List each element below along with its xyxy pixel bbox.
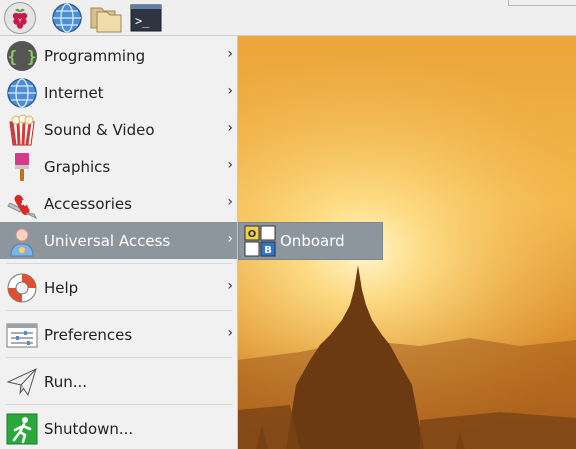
submenu-arrow-icon: › xyxy=(227,325,233,341)
web-browser-button[interactable] xyxy=(51,2,83,34)
menu-item-preferences[interactable]: Preferences › xyxy=(0,316,237,353)
onboard-icon-letter: O xyxy=(248,229,257,240)
menu-item-run[interactable]: Run... xyxy=(0,363,237,400)
submenu-arrow-icon: › xyxy=(227,120,233,136)
sound-video-icon xyxy=(9,114,35,146)
menu-separator xyxy=(6,357,232,358)
menu-item-label: Preferences xyxy=(44,326,133,344)
menu-item-graphics[interactable]: Graphics › xyxy=(0,148,237,185)
submenu-arrow-icon: › xyxy=(227,231,233,247)
raspberry-pi-menu-button[interactable] xyxy=(4,2,36,34)
accessories-knife-icon xyxy=(7,194,38,220)
terminal-icon: >_ xyxy=(130,4,162,32)
menu-item-sound-video[interactable]: Sound & Video › xyxy=(0,111,237,148)
raspberry-pi-icon xyxy=(12,8,28,29)
submenu-arrow-icon: › xyxy=(227,157,233,173)
menu-item-label: Run... xyxy=(44,373,88,391)
menu-item-internet[interactable]: Internet › xyxy=(0,74,237,111)
menu-item-label: Sound & Video xyxy=(44,121,155,139)
programming-icon: { } xyxy=(7,41,37,71)
menu-item-label: Universal Access xyxy=(44,232,171,250)
onboard-icon-letter: B xyxy=(264,245,272,256)
onboard-keyboard-icon: O B xyxy=(244,225,276,257)
terminal-button[interactable]: >_ xyxy=(130,2,162,34)
menu-item-help[interactable]: Help › xyxy=(0,269,237,306)
graphics-brush-icon xyxy=(15,153,29,181)
menu-item-label: Graphics xyxy=(44,158,111,176)
file-manager-icon xyxy=(90,7,122,33)
menu-item-accessories[interactable]: Accessories › xyxy=(0,185,237,222)
submenu-arrow-icon: › xyxy=(227,46,233,62)
preferences-sliders-icon xyxy=(6,323,38,348)
taskbar: >_ xyxy=(0,0,576,36)
menu-item-universal-access[interactable]: Universal Access › xyxy=(0,222,237,259)
menu-item-shutdown[interactable]: Shutdown... xyxy=(0,410,237,447)
submenu-arrow-icon: › xyxy=(227,83,233,99)
submenu-item-onboard[interactable]: Onboard xyxy=(280,232,345,250)
file-manager-button[interactable] xyxy=(89,2,122,34)
universal-access-submenu: O B Onboard xyxy=(238,222,383,260)
universal-access-person-icon xyxy=(10,228,34,257)
menu-separator xyxy=(6,263,232,264)
menu-separator xyxy=(6,310,232,311)
taskbar-window-edge xyxy=(508,0,576,6)
menu-item-label: Shutdown... xyxy=(44,420,134,438)
shutdown-exit-icon xyxy=(6,413,38,445)
submenu-arrow-icon: › xyxy=(227,194,233,210)
run-paper-plane-icon xyxy=(6,368,37,397)
menu-separator xyxy=(6,404,232,405)
terminal-prompt-glyph: >_ xyxy=(135,14,150,28)
svg-text:{ }: { } xyxy=(8,47,37,66)
menu-item-label: Programming xyxy=(44,47,146,65)
submenu-arrow-icon: › xyxy=(227,278,233,294)
help-lifebuoy-icon xyxy=(7,273,37,303)
menu-item-label: Accessories xyxy=(44,195,132,213)
menu-item-programming[interactable]: { } Programming › xyxy=(0,37,237,74)
menu-item-label: Internet xyxy=(44,84,104,102)
application-menu: { } Programming › Internet › Sound & Vid… xyxy=(0,36,238,449)
internet-globe-icon xyxy=(7,78,37,108)
menu-item-label: Help xyxy=(44,279,79,297)
web-browser-icon xyxy=(52,3,82,33)
